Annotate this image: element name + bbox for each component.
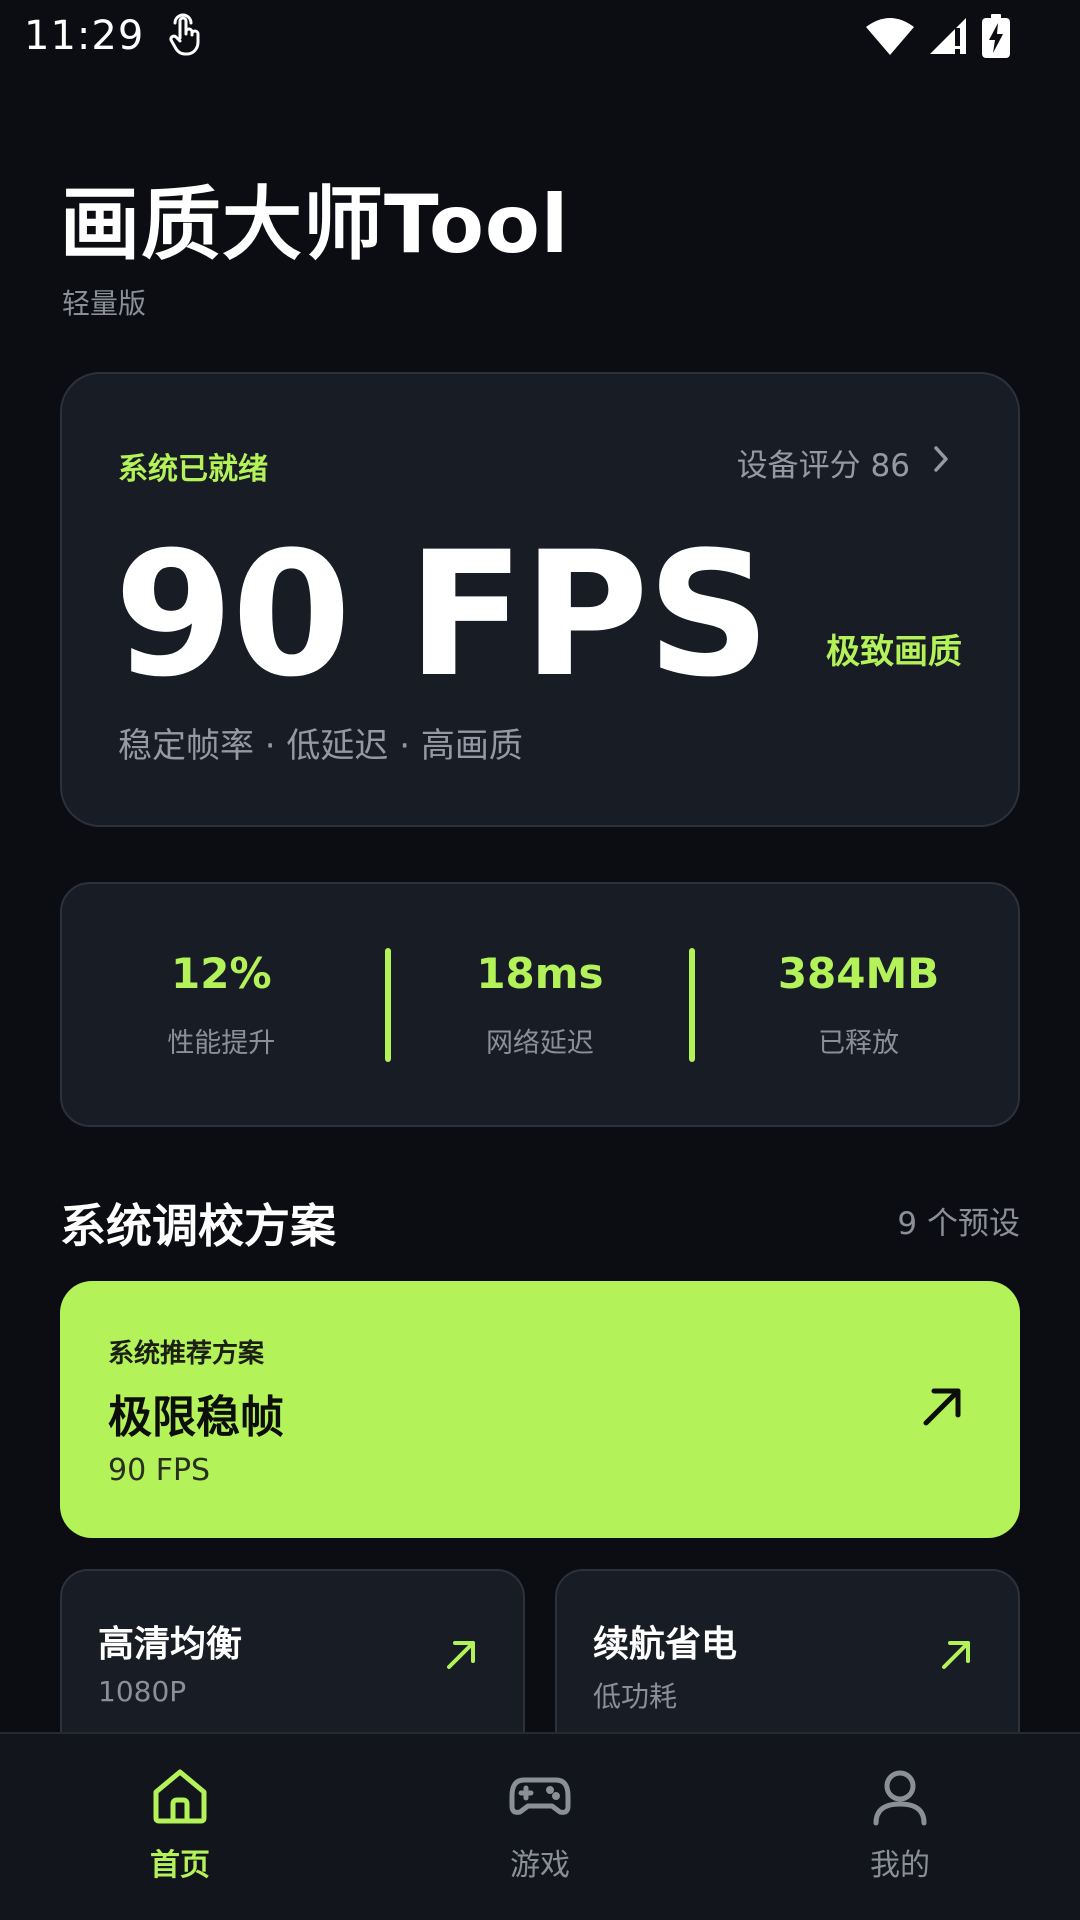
- preset-name: 高清均衡: [98, 1624, 243, 1665]
- battery-charging-icon: [982, 14, 1010, 58]
- fps-status-card: 系统已就绪 设备评分 86 90 FPS 极致画质 稳定帧率 · 低延迟 · 高…: [60, 372, 1020, 827]
- section-title: 系统调校方案: [60, 1199, 336, 1253]
- quality-label: 极致画质: [826, 632, 962, 672]
- featured-preset-card[interactable]: 系统推荐方案 极限稳帧 90 FPS: [60, 1281, 1020, 1538]
- gamepad-icon: [508, 1766, 572, 1826]
- stat-value: 384MB: [777, 948, 940, 998]
- home-icon: [150, 1766, 210, 1826]
- nav-home[interactable]: 首页: [0, 1734, 360, 1920]
- preset-count: 9 个预设: [897, 1206, 1020, 1242]
- arrow-up-right-icon: [445, 1639, 477, 1675]
- chevron-right-icon: [932, 445, 950, 481]
- system-status-label: 系统已就绪: [118, 452, 268, 487]
- profile-icon: [870, 1766, 930, 1826]
- arrow-up-right-icon: [920, 1385, 964, 1433]
- nav-label: 游戏: [510, 1848, 570, 1883]
- nav-games[interactable]: 游戏: [360, 1734, 720, 1920]
- fps-value: 90 FPS: [114, 514, 771, 715]
- stat-latency: 18ms 网络延迟: [381, 949, 700, 1060]
- preset-name: 续航省电: [593, 1624, 738, 1665]
- home-screen: 11:29 画质大师Tool 轻量版 系统已就绪 设备评分 86 90 FPS …: [0, 0, 1080, 1920]
- fps-description: 稳定帧率 · 低延迟 · 高画质: [118, 726, 523, 766]
- preset-value: 1080P: [98, 1675, 187, 1708]
- stat-performance: 12% 性能提升: [62, 949, 381, 1060]
- app-subtitle: 轻量版: [62, 287, 147, 320]
- stat-label: 性能提升: [167, 1028, 276, 1060]
- stat-value: 18ms: [476, 948, 604, 998]
- signal-icon: [928, 16, 968, 56]
- preset-value: 低功耗: [593, 1680, 678, 1713]
- bottom-nav: 首页 游戏 我的: [0, 1732, 1080, 1920]
- stat-label: 网络延迟: [485, 1028, 594, 1060]
- stat-label: 已释放: [818, 1028, 900, 1060]
- featured-name: 极限稳帧: [108, 1392, 284, 1443]
- stats-card: 12% 性能提升 18ms 网络延迟 384MB 已释放: [60, 882, 1020, 1127]
- stat-divider: [385, 948, 391, 1062]
- nav-profile[interactable]: 我的: [720, 1734, 1080, 1920]
- stat-divider: [689, 948, 695, 1062]
- stat-memory: 384MB 已释放: [699, 949, 1018, 1060]
- wifi-icon: [866, 17, 914, 55]
- app-title: 画质大师Tool: [60, 178, 570, 271]
- device-score-link[interactable]: 设备评分 86: [737, 440, 950, 485]
- arrow-up-right-icon: [940, 1639, 972, 1675]
- featured-tag: 系统推荐方案: [108, 1339, 265, 1369]
- status-bar: 11:29: [0, 0, 1080, 72]
- device-score-label: 设备评分 86: [736, 448, 910, 484]
- nav-label: 首页: [150, 1848, 210, 1883]
- stat-value: 12%: [171, 948, 272, 998]
- status-time: 11:29: [24, 13, 145, 59]
- nav-label: 我的: [870, 1848, 930, 1883]
- touch-icon: [166, 12, 206, 60]
- featured-value: 90 FPS: [108, 1453, 211, 1488]
